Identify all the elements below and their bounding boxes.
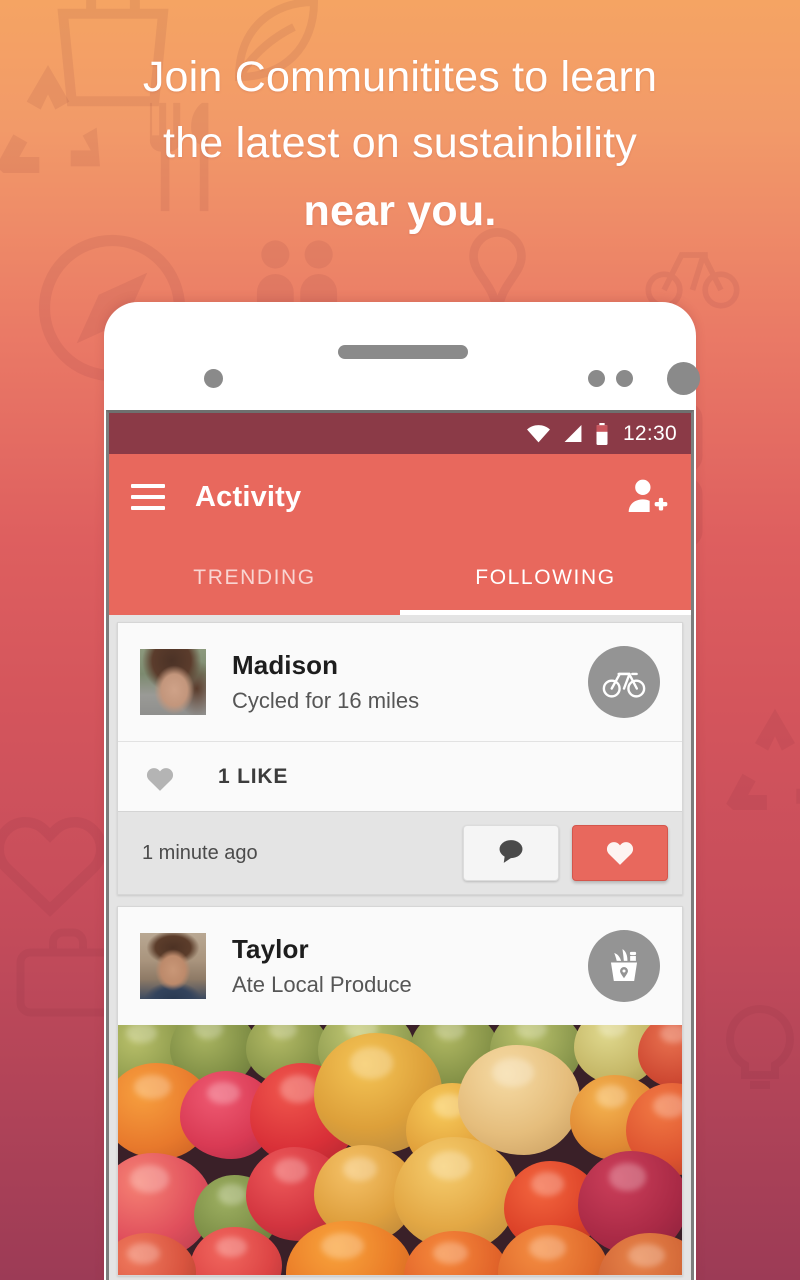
status-bar-clock: 12:30 (622, 421, 677, 445)
activity-feed: Madison Cycled for 16 miles 1 LIKE 1 min… (109, 615, 691, 1280)
headline-line-3: near you. (303, 187, 497, 235)
heart-icon (140, 762, 180, 792)
wifi-icon (526, 424, 551, 443)
light-sensor-icon (616, 370, 633, 387)
proximity-sensor-icon (588, 370, 605, 387)
card-user-name: Taylor (232, 934, 309, 964)
watermark-bulb-icon (700, 980, 800, 1100)
front-camera-icon (667, 362, 700, 395)
likes-count-label: 1 LIKE (218, 764, 289, 788)
heart-icon (603, 836, 637, 871)
page-headline: Join Communitites to learn the latest on… (0, 44, 800, 244)
signal-icon (562, 424, 584, 443)
card-header: Madison Cycled for 16 miles (118, 623, 682, 741)
add-person-icon[interactable] (625, 477, 669, 517)
page-title: Activity (195, 480, 302, 513)
tab-bar: TRENDING FOLLOWING (109, 540, 691, 615)
watermark-recycle-bottom-icon (700, 690, 800, 840)
timestamp: 1 minute ago (142, 841, 258, 864)
earpiece-speaker (338, 345, 468, 359)
tab-trending[interactable]: TRENDING (109, 540, 400, 615)
avatar[interactable] (140, 649, 206, 715)
tab-following[interactable]: FOLLOWING (400, 540, 691, 615)
avatar[interactable] (140, 933, 206, 999)
phone-mockup: 12:30 Activity TRENDING FOLLOWING Madiso… (104, 302, 700, 1280)
card-header: Taylor Ate Local Produce (118, 907, 682, 1025)
bicycle-icon (588, 646, 660, 718)
hamburger-menu-icon[interactable] (131, 484, 165, 510)
feed-card-madison[interactable]: Madison Cycled for 16 miles 1 LIKE 1 min… (117, 622, 683, 895)
phone-bezel-top (104, 302, 700, 407)
heirloom-tomatoes-photo (118, 1025, 682, 1275)
card-action-text: Cycled for 16 miles (232, 688, 420, 713)
card-action-text: Ate Local Produce (232, 972, 412, 997)
headline-line-1: Join Communitites to learn (142, 53, 658, 101)
likes-row: 1 LIKE (118, 741, 682, 811)
headline-line-2: the latest on sustainbility (163, 119, 637, 167)
app-bar: Activity TRENDING FOLLOWING (109, 454, 691, 615)
grocery-basket-icon (588, 930, 660, 1002)
comment-button[interactable] (463, 825, 559, 881)
like-button[interactable] (572, 825, 668, 881)
card-footer: 1 minute ago (118, 811, 682, 894)
front-sensor-left-icon (204, 369, 223, 388)
battery-icon (595, 422, 609, 445)
phone-screen: 12:30 Activity TRENDING FOLLOWING Madiso… (106, 410, 694, 1280)
feed-card-taylor[interactable]: Taylor Ate Local Produce (117, 906, 683, 1276)
card-user-name: Madison (232, 650, 339, 680)
speech-bubble-icon (494, 836, 528, 871)
status-bar: 12:30 (109, 413, 691, 454)
watermark-heart-icon (0, 790, 120, 930)
